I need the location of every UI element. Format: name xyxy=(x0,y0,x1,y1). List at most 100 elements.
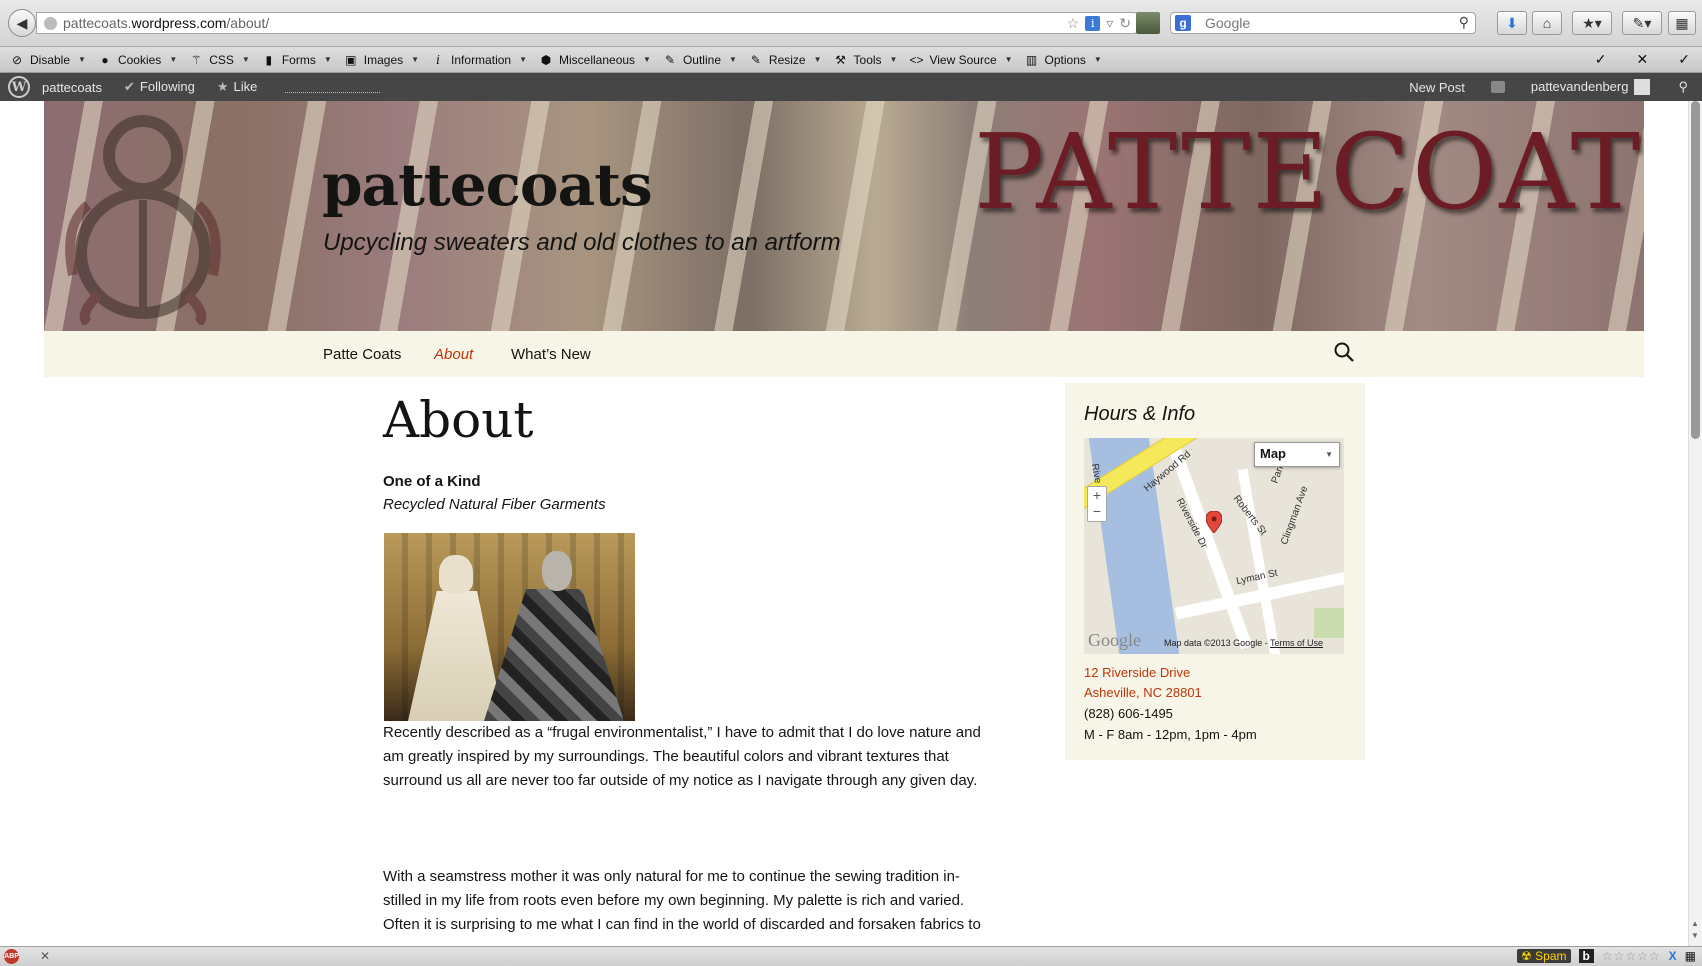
close-icon[interactable]: ✕ xyxy=(1637,51,1649,68)
page-info-icon[interactable]: i xyxy=(1085,16,1101,31)
devbar-label: Options xyxy=(1044,52,1086,67)
like-placeholder xyxy=(285,81,381,93)
google-logo: Google xyxy=(1088,630,1141,650)
devbar-label: Forms xyxy=(281,52,316,67)
devbar-label: Tools xyxy=(853,52,882,67)
devbar-resize[interactable]: ✎ Resize ▼ xyxy=(749,53,822,67)
bookmark-star-icon[interactable]: ☆ xyxy=(1067,15,1080,32)
address-line-1[interactable]: 12 Riverside Drive xyxy=(1084,665,1190,680)
star-icon: ★ xyxy=(216,79,229,94)
x-addon-icon[interactable]: X xyxy=(1669,949,1677,963)
devbar-information[interactable]: i Information ▼ xyxy=(431,53,527,67)
paragraph-2: With a seamstress mother it was only nat… xyxy=(383,865,993,937)
back-button[interactable]: ◀ xyxy=(8,9,36,37)
status-addons: ☢ Spam b ☆☆☆☆☆ X ▦ xyxy=(1517,949,1696,963)
home-button[interactable]: ⌂ xyxy=(1532,11,1562,35)
check-icon[interactable]: ✓ xyxy=(1678,51,1690,68)
check-icon[interactable]: ✓ xyxy=(1595,51,1607,68)
devbar-css[interactable]: ⚚ CSS ▼ xyxy=(189,53,250,67)
pencil-icon: ✎ xyxy=(664,52,675,67)
nav-whats-new[interactable]: What’s New xyxy=(511,346,591,363)
terms-link[interactable]: Terms of Use xyxy=(1270,638,1323,648)
tools-button[interactable]: ✎▾ xyxy=(1622,11,1662,35)
browser-toolbar: ◀ pattecoats.wordpress.com/about/ ☆ i ▿ … xyxy=(0,0,1702,47)
menu-button[interactable]: ▦ xyxy=(1668,11,1696,35)
map-type-select[interactable]: Map ▼ xyxy=(1254,442,1340,467)
search-icon[interactable]: ⚲ xyxy=(1459,14,1469,31)
address-line-2[interactable]: Asheville, NC 28801 xyxy=(1084,685,1202,700)
search-input[interactable]: g Google ⚲ xyxy=(1170,12,1476,34)
devbar-label: View Source xyxy=(929,52,997,67)
like-button[interactable]: ★ Like xyxy=(217,79,258,95)
devbar-outline[interactable]: ✎ Outline ▼ xyxy=(663,53,737,67)
google-map[interactable]: Haywood Rd Riverside Dr Roberts St Cling… xyxy=(1084,438,1344,654)
paragraph-line: Often it is surprising to me what I can … xyxy=(383,916,981,933)
devbar-tools[interactable]: ⚒ Tools ▼ xyxy=(834,52,897,67)
close-icon[interactable]: ✕ xyxy=(40,949,50,963)
spam-button[interactable]: ☢ Spam xyxy=(1517,949,1571,963)
url-field[interactable]: pattecoats.wordpress.com/about/ ☆ i ▿ ↻ xyxy=(36,12,1138,34)
following-button[interactable]: ✔ Following xyxy=(124,79,195,95)
devbar-miscellaneous[interactable]: ⬢ Miscellaneous ▼ xyxy=(539,53,651,67)
devbar-forms[interactable]: ▮ Forms ▼ xyxy=(262,53,332,67)
resize-grip-icon[interactable]: ▦ xyxy=(1685,949,1696,963)
scrollbar-thumb[interactable] xyxy=(1691,101,1700,439)
disable-icon: ⊘ xyxy=(11,52,23,67)
web-developer-toolbar: ⊘ Disable ▼ ● Cookies ▼ ⚚ CSS ▼ ▮ Forms ▼ ▣ Image… xyxy=(0,47,1702,73)
paragraph-line: surround us all are never too far outsid… xyxy=(383,772,978,789)
user-account-menu[interactable]: pattevandenberg xyxy=(1517,79,1665,96)
nav-about[interactable]: About xyxy=(434,346,473,363)
map-zoom-control[interactable]: + − xyxy=(1087,486,1107,522)
site-header[interactable]: pattecoats Upcycling sweaters and old cl… xyxy=(44,101,1644,331)
info-icon: i xyxy=(436,52,440,67)
devbar-options[interactable]: ▥ Options ▼ xyxy=(1025,53,1102,67)
download-button[interactable]: ⬇ xyxy=(1497,11,1527,35)
widget-title: Hours & Info xyxy=(1084,403,1196,425)
chevron-down-icon: ▼ xyxy=(1325,450,1333,459)
page-scrollbar[interactable]: ▲ ▼ xyxy=(1688,101,1702,946)
wand-icon: ⚚ xyxy=(190,52,202,67)
bookmarks-button[interactable]: ★▾ xyxy=(1572,11,1612,35)
devbar-images[interactable]: ▣ Images ▼ xyxy=(344,53,419,67)
paragraph-line: am greatly inspired by my surroundings. … xyxy=(383,748,949,765)
scroll-down-icon[interactable]: ▼ xyxy=(1691,931,1699,940)
map-credit: Map data ©2013 Google - xyxy=(1164,638,1271,648)
caret-icon: ▼ xyxy=(411,55,420,64)
site-title[interactable]: pattecoats xyxy=(322,151,653,219)
devbar-disable[interactable]: ⊘ Disable ▼ xyxy=(10,53,86,67)
wordpress-logo-icon[interactable]: W xyxy=(8,76,30,98)
lead-heading: One of a Kind xyxy=(383,473,481,490)
zoom-out-icon[interactable]: − xyxy=(1088,503,1106,519)
zoom-in-icon[interactable]: + xyxy=(1088,487,1106,503)
site-description: Upcycling sweaters and old clothes to an… xyxy=(323,229,841,256)
map-pin-icon[interactable] xyxy=(1206,511,1222,533)
search-icon[interactable] xyxy=(1334,342,1354,362)
adblock-icon[interactable]: ABP xyxy=(4,949,19,964)
b-addon-icon[interactable]: b xyxy=(1578,949,1594,963)
caret-icon: ▼ xyxy=(1093,55,1102,64)
caret-icon: ▼ xyxy=(169,55,178,64)
map-park xyxy=(1314,608,1344,638)
lead-subheading: Recycled Natural Fiber Garments xyxy=(383,496,606,513)
devbar-view-source[interactable]: <> View Source ▼ xyxy=(909,53,1012,67)
paragraph-line: Recently described as a “frugal environm… xyxy=(383,724,981,741)
devbar-cookies[interactable]: ● Cookies ▼ xyxy=(98,53,177,67)
addon-button[interactable] xyxy=(1136,12,1160,34)
paragraph-line: With a seamstress mother it was only nat… xyxy=(383,868,960,885)
google-engine-icon[interactable]: g xyxy=(1175,15,1191,31)
nav-patte-coats[interactable]: Patte Coats xyxy=(323,346,401,363)
dropdown-icon[interactable]: ▿ xyxy=(1106,15,1113,32)
caret-icon: ▼ xyxy=(78,55,86,64)
phone-number: (828) 606-1495 xyxy=(1084,706,1173,721)
rating-stars-icon[interactable]: ☆☆☆☆☆ xyxy=(1602,949,1661,963)
scroll-up-icon[interactable]: ▲ xyxy=(1691,919,1699,928)
admin-site-link[interactable]: pattecoats xyxy=(42,80,102,95)
code-icon: <> xyxy=(909,52,924,67)
coats-photo[interactable] xyxy=(384,533,635,721)
admin-search-icon[interactable]: ⚲ xyxy=(1664,79,1702,95)
devbar-label: Information xyxy=(451,52,512,67)
notifications-icon[interactable] xyxy=(1490,81,1505,93)
new-post-button[interactable]: New Post xyxy=(1395,80,1479,95)
reload-icon[interactable]: ↻ xyxy=(1119,15,1131,32)
devbar-label: Disable xyxy=(30,52,71,67)
